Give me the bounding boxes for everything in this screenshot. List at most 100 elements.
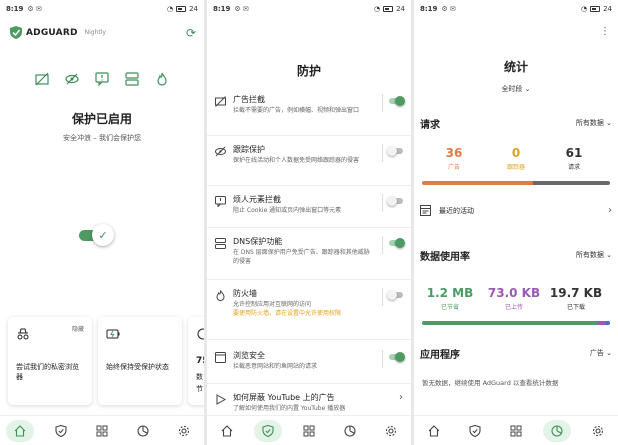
data-usage-title: 数据使用率 <box>420 252 470 263</box>
nav-stats[interactable] <box>336 420 364 442</box>
nav-protection[interactable] <box>461 420 489 442</box>
battery-icon <box>590 6 601 12</box>
shield-check-icon <box>469 424 481 437</box>
stat-saved[interactable]: 1.2 MB 已节省 <box>420 286 480 311</box>
module-tracking-protection[interactable]: 跟踪保护 保护在线活动和个人数据免受网络跟踪器的侵害 <box>207 142 411 186</box>
module-annoyance-blocking[interactable]: 烦人元素拦截 阻止 Cookie 通知或页内弹出窗口等元素 <box>207 192 411 228</box>
tracking-eye-icon[interactable] <box>65 72 79 86</box>
page-title: 防护 <box>296 64 321 78</box>
page-title: 统计 <box>503 60 528 74</box>
module-desc: 保护在线活动和个人数据免受网络跟踪器的侵害 <box>233 157 360 164</box>
settings-gear-icon <box>385 425 396 436</box>
nav-apps[interactable] <box>295 420 323 442</box>
module-dns-protection[interactable]: DNS保护功能 在 DNS 层面保护用户免受广告、跟踪器和其他威胁的侵害 <box>207 234 411 280</box>
module-title: 烦人元素拦截 <box>233 195 281 204</box>
bar-other <box>532 181 610 185</box>
stat-uploaded[interactable]: 73.0 KB 已上传 <box>484 286 544 311</box>
hide-card-button[interactable]: 隐藏 <box>72 324 84 333</box>
data-usage-bar <box>422 321 610 325</box>
checkmark-icon: ✓ <box>92 224 114 246</box>
nav-home[interactable] <box>213 420 241 442</box>
tracking-eye-icon <box>215 146 226 157</box>
period-selector[interactable]: 全时段 ⌄ <box>414 84 618 94</box>
module-toggle[interactable] <box>387 352 405 362</box>
protection-toggle[interactable]: ✓ <box>79 224 123 246</box>
module-toggle[interactable] <box>387 238 405 248</box>
stat-ads[interactable]: 36 广告 <box>424 146 484 171</box>
module-toggle[interactable] <box>387 96 405 106</box>
status-icons: ⚙ ✉ <box>441 5 456 13</box>
module-warning[interactable]: 要使用防火墙，请在设置中允许使用权限 <box>233 310 341 317</box>
module-desc: 拦截恶意网站和钓鱼网站的请求 <box>233 363 318 370</box>
nav-home[interactable] <box>6 419 35 442</box>
promo-card-text: 节 <box>196 385 203 393</box>
status-time: 8:19 <box>6 5 24 13</box>
home-icon <box>15 424 26 437</box>
stats-chart-icon <box>551 424 563 437</box>
module-toggle[interactable] <box>387 196 405 206</box>
battery-lightning-icon <box>106 329 120 339</box>
module-toggle[interactable] <box>387 146 405 156</box>
statistics-screen: 8:19 ⚙ ✉ ◔ 24 ⋮ 统计 全时段 ⌄ 请求 所有数据 ⌄ 36 广告… <box>414 0 618 445</box>
module-desc: 阻止 Cookie 通知或页内弹出窗口等元素 <box>233 207 342 214</box>
app-logo: ADGUARD Nightly <box>10 26 106 39</box>
status-icons: ⚙ ✉ <box>27 5 42 13</box>
apps-grid-icon <box>96 425 108 436</box>
annoyance-icon[interactable] <box>95 72 109 86</box>
chevron-down-icon: ⌄ <box>524 85 531 93</box>
data-usage-filter[interactable]: 所有数据 ⌄ <box>576 250 612 260</box>
nav-stats[interactable] <box>542 419 571 442</box>
status-time: 8:19 <box>213 5 231 13</box>
stat-trackers[interactable]: 0 跟踪器 <box>486 146 546 171</box>
requests-filter[interactable]: 所有数据 ⌄ <box>576 118 612 128</box>
bar-downloaded <box>606 321 610 325</box>
promo-card-stats[interactable]: 75 数 节 <box>188 317 204 405</box>
nav-apps[interactable] <box>88 420 116 442</box>
apps-title: 应用程序 <box>420 350 460 361</box>
requests-bar <box>422 181 610 185</box>
promo-card-browser[interactable]: 隐藏 尝试我们的私密浏览器 <box>8 317 92 405</box>
module-toggle[interactable] <box>387 290 405 300</box>
module-firewall[interactable]: 防火墙 允许控制应用对互联网的访问 要使用防火墙，请在设置中允许使用权限 <box>207 286 411 340</box>
refresh-icon[interactable]: ⟳ <box>186 26 196 40</box>
shield-check-icon <box>55 424 67 437</box>
wifi-icon: ◔ <box>166 5 174 13</box>
apps-filter[interactable]: 广告 ⌄ <box>590 348 612 358</box>
module-title: 防火墙 <box>233 289 257 298</box>
stat-requests[interactable]: 61 请求 <box>544 146 604 171</box>
nav-home[interactable] <box>420 420 448 442</box>
incognito-icon <box>17 328 29 340</box>
recent-activity-link[interactable]: 最近的活动 › <box>420 205 612 216</box>
nav-settings[interactable] <box>170 420 198 442</box>
annoyance-icon <box>215 196 226 207</box>
nav-protection[interactable] <box>47 420 75 442</box>
nav-stats[interactable] <box>129 420 157 442</box>
module-browsing-security[interactable]: 浏览安全 拦截恶意网站和钓鱼网站的请求 <box>207 348 411 384</box>
firewall-flame-icon <box>216 290 225 301</box>
promo-card-protected[interactable]: 始终保持受保护状态 <box>98 317 182 405</box>
more-options-icon[interactable]: ⋮ <box>600 26 610 37</box>
stat-downloaded[interactable]: 19.7 KB 已下载 <box>546 286 606 311</box>
ad-block-icon[interactable] <box>35 72 49 86</box>
module-desc: 允许控制应用对互联网的访问 要使用防火墙，请在设置中允许使用权限 <box>233 301 342 317</box>
status-bar: 8:19 ⚙ ✉ ◔ 24 <box>0 0 204 18</box>
recent-activity-label: 最近的活动 <box>439 206 474 215</box>
home-screen: 8:19 ⚙ ✉ ◔ 24 ADGUARD Nightly ⟳ 保护已启用 安全… <box>0 0 204 445</box>
bottom-nav <box>207 415 411 445</box>
promo-cards: 隐藏 尝试我们的私密浏览器 始终保持受保护状态 75 数 节 <box>8 317 204 407</box>
promo-card-text: 尝试我们的私密浏览器 <box>16 363 79 381</box>
wifi-icon: ◔ <box>373 5 381 13</box>
nav-settings[interactable] <box>584 420 612 442</box>
firewall-flame-icon[interactable] <box>155 72 169 86</box>
status-icons: ⚙ ✉ <box>234 5 249 13</box>
nav-protection[interactable] <box>254 419 283 442</box>
nav-settings[interactable] <box>377 420 405 442</box>
youtube-guide-link[interactable]: 如何屏蔽 YouTube 上的广告 了解如何使用我们的内置 YouTube 播放… <box>207 390 411 416</box>
chart-ring-icon <box>197 328 204 340</box>
module-ad-blocking[interactable]: 广告拦截 拦截不需要的广告，例如横幅、视频和弹出窗口 <box>207 92 411 136</box>
chevron-right-icon: › <box>399 392 403 403</box>
bar-uploaded <box>596 321 607 325</box>
nav-apps[interactable] <box>502 420 530 442</box>
status-bar: 8:19 ⚙ ✉ ◔ 24 <box>207 0 411 18</box>
dns-server-icon[interactable] <box>125 72 139 86</box>
